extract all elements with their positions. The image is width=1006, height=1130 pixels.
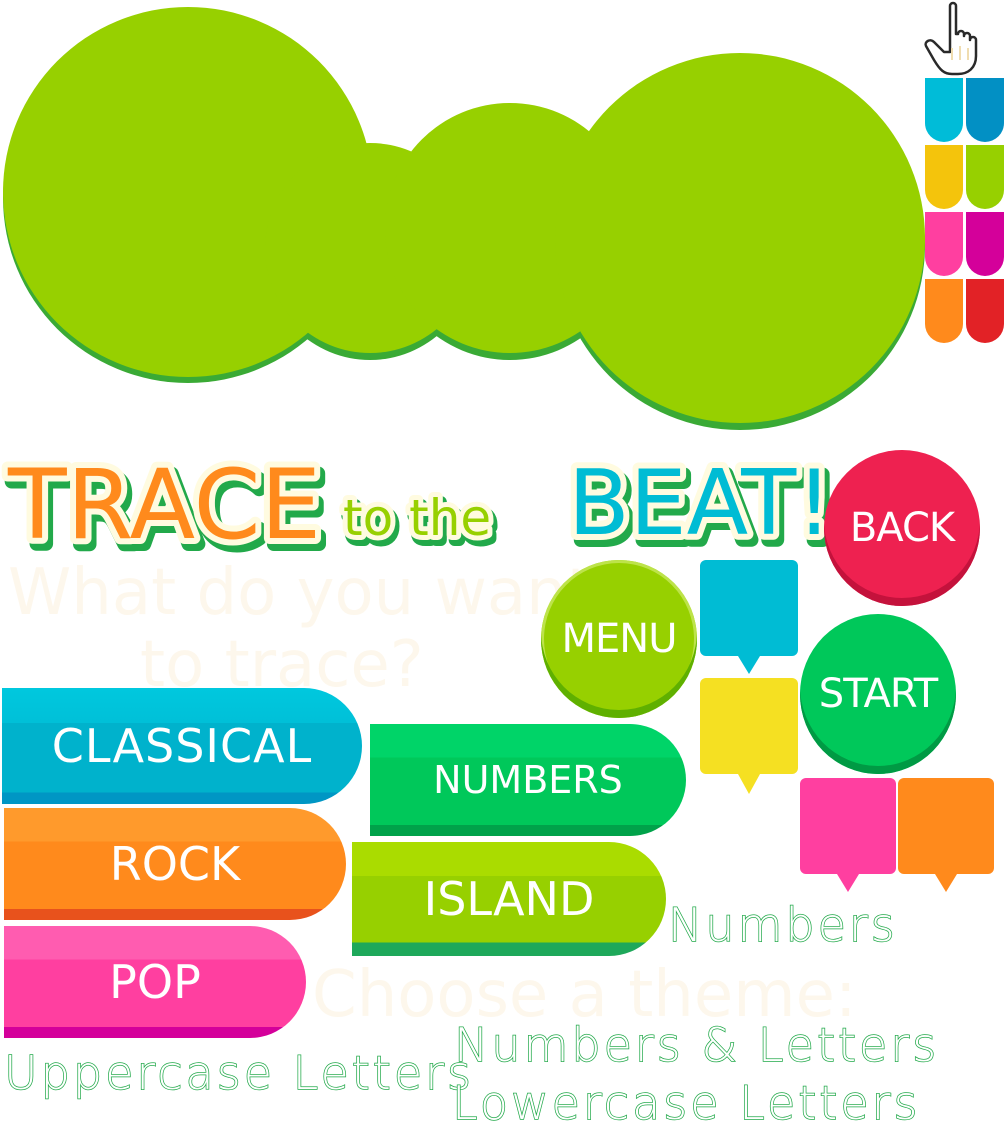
theme-classical-button[interactable]: CLASSICAL (2, 688, 362, 804)
theme-numbers-label: NUMBERS (433, 758, 623, 802)
color-swatch-grid (925, 78, 1005, 348)
speech-bubble-orange (898, 778, 994, 892)
swatch-red[interactable] (966, 279, 1004, 343)
speech-bubble-blue (700, 560, 798, 674)
theme-pop-label: POP (109, 955, 201, 1009)
pointer-hand-icon (924, 1, 978, 76)
start-button-label: START (818, 671, 938, 717)
start-button[interactable]: START (800, 614, 956, 774)
swatch-cyan[interactable] (925, 78, 963, 142)
theme-rock-label: ROCK (109, 837, 241, 891)
swatch-orange[interactable] (925, 279, 963, 343)
theme-island-button[interactable]: ISLAND (352, 842, 666, 956)
swatch-yellow[interactable] (925, 145, 963, 209)
swatch-blue[interactable] (966, 78, 1004, 142)
option-numbers[interactable]: Numbers (667, 897, 898, 953)
option-uppercase-letters[interactable]: Uppercase Letters (3, 1045, 474, 1101)
prompt-what-line1: What do you want (8, 556, 592, 630)
title-to-the: to the (343, 489, 491, 547)
title-beat: BEAT! (568, 451, 830, 556)
option-lowercase-letters[interactable]: Lowercase Letters (451, 1075, 921, 1130)
swatch-green[interactable] (966, 145, 1004, 209)
theme-pop-button[interactable]: POP (4, 926, 306, 1038)
theme-classical-label: CLASSICAL (51, 719, 313, 773)
title-trace: TRACE (7, 449, 321, 561)
swatch-pink[interactable] (925, 212, 963, 276)
menu-button-label: MENU (561, 616, 678, 662)
speech-bubble-pink (800, 778, 896, 892)
speech-bubble-yellow (700, 678, 798, 794)
theme-island-label: ISLAND (423, 872, 595, 926)
theme-numbers-button[interactable]: NUMBERS (370, 724, 686, 836)
green-cloud-panel (3, 7, 925, 430)
back-button[interactable]: BACK (824, 450, 980, 606)
option-numbers-letters[interactable]: Numbers & Letters (453, 1017, 939, 1073)
game-title: .t { font-family:"DejaVu Sans", sans-ser… (1, 443, 830, 570)
menu-button[interactable]: MENU (541, 560, 697, 718)
back-button-label: BACK (849, 505, 955, 551)
swatch-magenta[interactable] (966, 212, 1004, 276)
theme-rock-button[interactable]: ROCK (4, 808, 346, 920)
